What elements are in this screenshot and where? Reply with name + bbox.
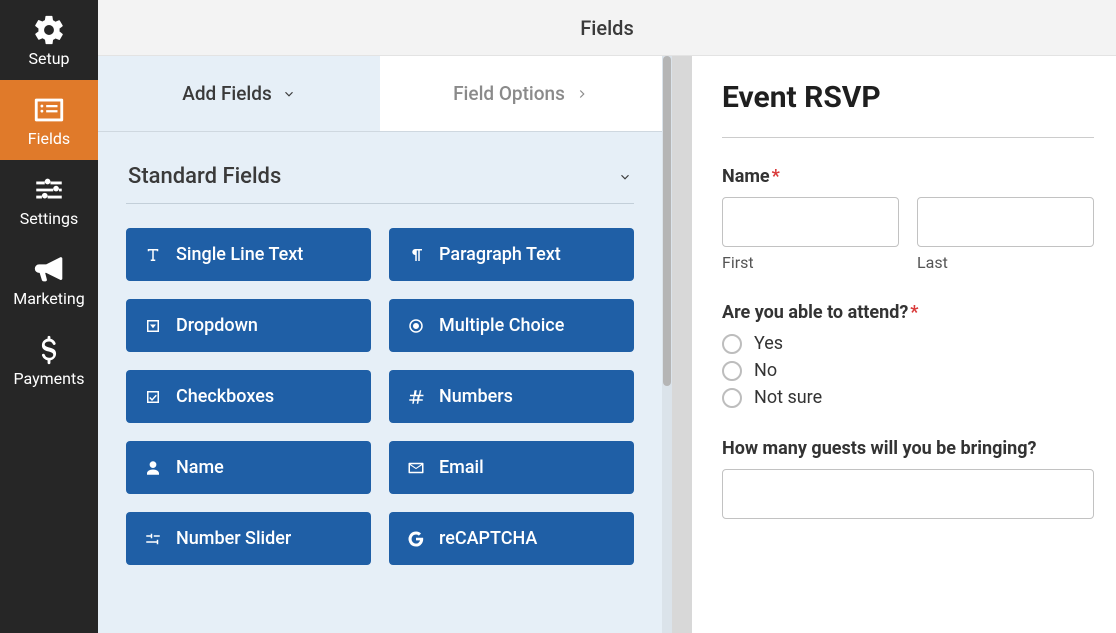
field-label: Name bbox=[176, 457, 224, 478]
panel-title: Fields bbox=[580, 16, 634, 40]
gear-icon bbox=[32, 13, 66, 47]
field-recaptcha[interactable]: reCAPTCHA bbox=[389, 512, 634, 565]
rail-label-payments: Payments bbox=[13, 369, 84, 388]
radio-option-not-sure[interactable]: Not sure bbox=[722, 387, 1094, 408]
rail-fields[interactable]: Fields bbox=[0, 80, 98, 160]
field-label: Numbers bbox=[439, 386, 513, 407]
required-asterisk: * bbox=[910, 302, 918, 323]
field-preview-guests[interactable]: How many guests will you be bringing? bbox=[722, 438, 1094, 519]
field-label: Single Line Text bbox=[176, 244, 303, 265]
field-paragraph-text[interactable]: Paragraph Text bbox=[389, 228, 634, 281]
field-preview-attend[interactable]: Are you able to attend?* Yes No Not sure bbox=[722, 302, 1094, 408]
field-label: Number Slider bbox=[176, 528, 291, 549]
last-name-input[interactable] bbox=[917, 197, 1094, 247]
left-pane-scrollbar[interactable] bbox=[662, 56, 672, 633]
field-label: Checkboxes bbox=[176, 386, 274, 407]
tab-field-options[interactable]: Field Options bbox=[380, 56, 662, 131]
envelope-icon bbox=[407, 459, 425, 477]
field-numbers[interactable]: Numbers bbox=[389, 370, 634, 423]
form-preview: Event RSVP Name* First Last bbox=[692, 56, 1116, 633]
field-label-guests: How many guests will you be bringing? bbox=[722, 438, 1094, 459]
field-label-attend: Are you able to attend?* bbox=[722, 302, 1094, 323]
field-dropdown[interactable]: Dropdown bbox=[126, 299, 371, 352]
field-label: Email bbox=[439, 457, 484, 478]
first-name-sublabel: First bbox=[722, 253, 899, 272]
chevron-down-icon bbox=[282, 87, 296, 101]
tab-label-add-fields: Add Fields bbox=[182, 82, 272, 105]
panel-header: Fields bbox=[98, 0, 1116, 56]
field-label: Multiple Choice bbox=[439, 315, 564, 336]
google-g-icon bbox=[407, 530, 425, 548]
dropdown-icon bbox=[144, 317, 162, 335]
guests-input[interactable] bbox=[722, 469, 1094, 519]
field-number-slider[interactable]: Number Slider bbox=[126, 512, 371, 565]
last-name-sublabel: Last bbox=[917, 253, 1094, 272]
tab-add-fields[interactable]: Add Fields bbox=[98, 56, 380, 131]
first-name-input[interactable] bbox=[722, 197, 899, 247]
rail-label-setup: Setup bbox=[28, 49, 69, 68]
field-checkboxes[interactable]: Checkboxes bbox=[126, 370, 371, 423]
pane-divider[interactable] bbox=[672, 56, 692, 633]
bullhorn-icon bbox=[32, 253, 66, 287]
field-label: Dropdown bbox=[176, 315, 258, 336]
rail-payments[interactable]: Payments bbox=[0, 320, 98, 400]
dollar-icon bbox=[32, 333, 66, 367]
sidebar-rail: Setup Fields Settings Marketing Payments bbox=[0, 0, 98, 633]
radio-label: No bbox=[754, 360, 777, 381]
field-preview-name[interactable]: Name* First Last bbox=[722, 166, 1094, 272]
field-label: reCAPTCHA bbox=[439, 528, 537, 549]
hash-icon bbox=[407, 388, 425, 406]
chevron-down-icon bbox=[618, 170, 632, 184]
chevron-right-icon bbox=[575, 87, 589, 101]
user-icon bbox=[144, 459, 162, 477]
required-asterisk: * bbox=[772, 166, 780, 187]
field-label-name: Name* bbox=[722, 166, 1094, 187]
divider-line bbox=[722, 137, 1094, 138]
radio-icon bbox=[407, 317, 425, 335]
scrollbar-thumb[interactable] bbox=[663, 56, 671, 386]
rail-label-settings: Settings bbox=[20, 209, 78, 228]
section-standard-fields[interactable]: Standard Fields bbox=[126, 156, 634, 204]
rail-label-fields: Fields bbox=[28, 129, 70, 148]
sliders-icon bbox=[144, 530, 162, 548]
rail-settings[interactable]: Settings bbox=[0, 160, 98, 240]
radio-icon bbox=[722, 388, 742, 408]
radio-icon bbox=[722, 361, 742, 381]
paragraph-icon bbox=[407, 246, 425, 264]
sliders-icon bbox=[32, 173, 66, 207]
field-email[interactable]: Email bbox=[389, 441, 634, 494]
rail-setup[interactable]: Setup bbox=[0, 0, 98, 80]
field-name[interactable]: Name bbox=[126, 441, 371, 494]
rail-marketing[interactable]: Marketing bbox=[0, 240, 98, 320]
checkbox-icon bbox=[144, 388, 162, 406]
radio-label: Not sure bbox=[754, 387, 822, 408]
field-multiple-choice[interactable]: Multiple Choice bbox=[389, 299, 634, 352]
radio-option-yes[interactable]: Yes bbox=[722, 333, 1094, 354]
rail-label-marketing: Marketing bbox=[13, 289, 84, 308]
radio-label: Yes bbox=[754, 333, 783, 354]
list-icon bbox=[32, 93, 66, 127]
radio-option-no[interactable]: No bbox=[722, 360, 1094, 381]
form-title: Event RSVP bbox=[722, 80, 1094, 115]
text-cursor-icon bbox=[144, 246, 162, 264]
field-label: Paragraph Text bbox=[439, 244, 561, 265]
tab-label-field-options: Field Options bbox=[453, 82, 565, 105]
field-single-line-text[interactable]: Single Line Text bbox=[126, 228, 371, 281]
radio-icon bbox=[722, 334, 742, 354]
section-title: Standard Fields bbox=[128, 164, 281, 189]
